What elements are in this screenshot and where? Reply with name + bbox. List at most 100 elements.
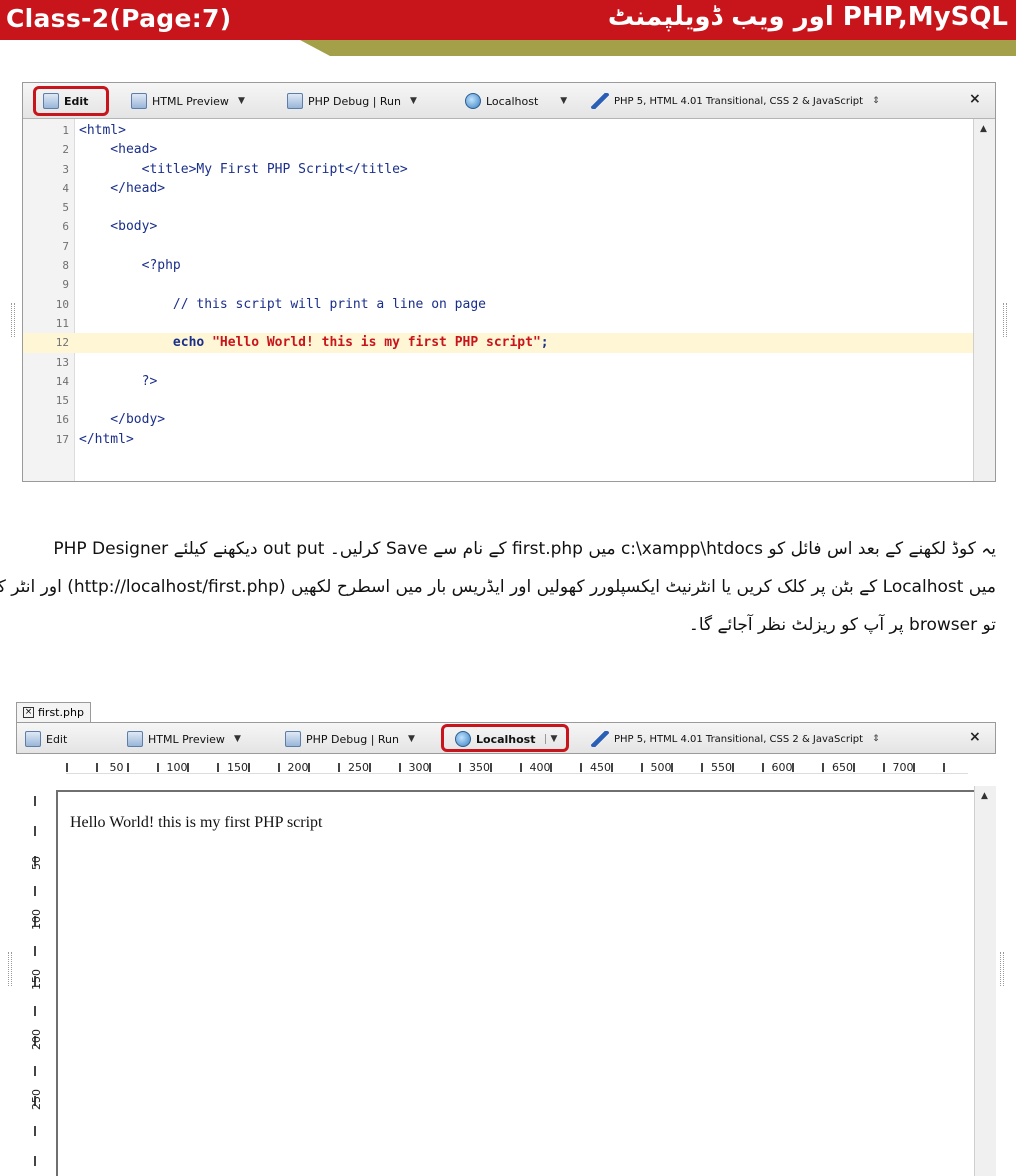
line-number: 1	[62, 124, 69, 137]
resize-grip-left[interactable]	[11, 303, 15, 337]
edit-icon	[25, 731, 41, 747]
scroll-up-arrow-icon[interactable]: ▲	[981, 791, 988, 801]
chevron-down-icon[interactable]: ▼	[238, 96, 245, 106]
line-number: 9	[62, 278, 69, 292]
localhost-label: Localhost	[476, 732, 536, 746]
paragraph-line-3: تو browser پر آپ کو ریزلٹ نظر آجائے گا۔	[688, 615, 996, 635]
code-text: <head>	[79, 142, 158, 158]
ruler-minor-tick	[34, 1156, 36, 1166]
code-editor-window: Edit HTML Preview ▼ PHP Debug | Run ▼ Lo…	[11, 82, 1007, 482]
ruler-tick-label: 50	[30, 856, 43, 870]
line-number: 12	[55, 336, 69, 350]
html-preview-button[interactable]: HTML Preview ▼	[127, 729, 241, 749]
ruler-minor-tick	[66, 763, 68, 772]
chevron-down-icon[interactable]: ▼	[545, 734, 557, 744]
editor-scrollbar[interactable]: ▲	[973, 119, 995, 481]
ruler-tick-label: 100	[166, 761, 188, 774]
code-line[interactable]: 4 </head>	[23, 179, 973, 198]
code-line[interactable]: 9	[23, 275, 973, 294]
ruler-minor-tick	[34, 886, 36, 896]
updown-arrow-icon[interactable]: ⇕	[872, 734, 880, 744]
ruler-tick-label: 350	[469, 761, 490, 774]
ruler-minor-tick	[217, 763, 220, 772]
line-number: 16	[55, 413, 69, 427]
vertical-ruler: 50 100 150 200 250	[16, 786, 56, 1176]
resize-grip-right[interactable]	[1000, 952, 1004, 986]
updown-arrow-icon[interactable]: ⇕	[872, 96, 880, 106]
scroll-up-arrow-icon[interactable]: ▲	[980, 124, 987, 134]
chevron-down-icon[interactable]: ▼	[560, 96, 567, 106]
edit-label: Edit	[46, 732, 68, 746]
code-area[interactable]: 1 <html> 2 <head> 3 <title>My First PHP Scr…	[23, 121, 973, 449]
php-debug-button[interactable]: PHP Debug | Run ▼	[287, 91, 417, 111]
code-line[interactable]: 10 // this script will print a line on p…	[23, 295, 973, 314]
horizontal-ruler: 50 100 150 200 250 300 350 400 450 500 550 600 650 70…	[56, 754, 976, 786]
ruler-minor-tick	[338, 763, 341, 772]
php-debug-label: PHP Debug | Run	[306, 732, 400, 746]
code-line[interactable]: 7	[23, 237, 973, 256]
code-text: </html>	[79, 431, 134, 447]
code-line[interactable]: 14 ?>	[23, 372, 973, 391]
code-text: </head>	[79, 180, 166, 196]
code-line[interactable]: 5	[23, 198, 973, 217]
ruler-minor-tick	[398, 763, 401, 772]
line-number: 7	[62, 239, 69, 253]
chevron-down-icon[interactable]: ▼	[234, 734, 241, 744]
ruler-minor-tick	[822, 763, 825, 772]
html-preview-button[interactable]: HTML Preview ▼	[131, 91, 245, 111]
code-text: echo "Hello World! this is my first PHP …	[79, 333, 549, 352]
line-number: 11	[55, 316, 69, 330]
code-line[interactable]: 8 <?php	[23, 256, 973, 275]
ruler-tick-label: 150	[227, 761, 248, 774]
ruler-minor-tick	[519, 763, 522, 772]
instruction-paragraph: یہ کوڈ لکھنے کے بعد اس فائل کو c:\xampp\…	[0, 530, 996, 644]
code-line[interactable]: 2 <head>	[23, 140, 973, 159]
edit-label: Edit	[64, 94, 89, 108]
code-line[interactable]: 16 </body>	[23, 410, 973, 429]
localhost-label: Localhost	[486, 94, 539, 108]
chevron-down-icon[interactable]: ▼	[408, 734, 415, 744]
code-keyword: echo	[79, 335, 213, 351]
line-number: 14	[55, 374, 69, 388]
editor-toolbar: Edit HTML Preview ▼ PHP Debug | Run ▼ Lo…	[23, 83, 995, 119]
doctype-select[interactable]: PHP 5, HTML 4.01 Transitional, CSS 2 & J…	[591, 729, 880, 749]
ruler-minor-tick	[761, 763, 764, 772]
preview-scrollbar[interactable]: ▲	[974, 786, 996, 1176]
edit-button[interactable]: Edit	[43, 91, 88, 111]
file-tab-label: first.php	[38, 706, 84, 719]
code-line[interactable]: 17 </html>	[23, 430, 973, 449]
ruler-tick-label: 300	[408, 761, 430, 774]
code-line[interactable]: 6 <body>	[23, 217, 973, 236]
ruler-tick-label: 650	[832, 761, 853, 774]
line-number: 4	[62, 181, 69, 195]
code-semicolon: ;	[540, 335, 549, 351]
code-line[interactable]: 11	[23, 314, 973, 333]
file-tab[interactable]: × first.php	[16, 702, 91, 722]
ruler-tick-label: 500	[650, 761, 672, 774]
header-banner: Class-2(Page:7) PHP,MySQL اور ویب ڈویلپم…	[0, 0, 1016, 56]
code-line[interactable]: 12 echo "Hello World! this is my first P…	[23, 333, 973, 353]
close-icon[interactable]: ×	[969, 91, 981, 107]
ruler-minor-tick	[701, 763, 704, 772]
code-line[interactable]: 3 <title>My First PHP Script</title>	[23, 160, 973, 179]
book-title: PHP,MySQL اور ویب ڈویلپمنٹ	[607, 2, 1008, 32]
edit-button[interactable]: Edit	[25, 729, 67, 749]
code-line[interactable]: 15	[23, 391, 973, 410]
code-line[interactable]: 1 <html>	[23, 121, 973, 140]
line-number: 6	[62, 220, 69, 234]
doctype-select[interactable]: PHP 5, HTML 4.01 Transitional, CSS 2 & J…	[591, 91, 880, 111]
localhost-button[interactable]: Localhost ▼	[455, 729, 557, 749]
localhost-button[interactable]: Localhost ▼	[465, 91, 567, 111]
preview-toolbar: Edit HTML Preview ▼ PHP Debug | Run ▼ Lo…	[16, 722, 996, 754]
chevron-down-icon[interactable]: ▼	[410, 96, 417, 106]
php-debug-button[interactable]: PHP Debug | Run ▼	[285, 729, 415, 749]
ruler-tick-label: 550	[711, 761, 732, 774]
ruler-minor-tick	[34, 1126, 36, 1136]
ruler-tick-label: 200	[287, 761, 309, 774]
close-tab-icon[interactable]: ×	[23, 707, 34, 718]
code-line[interactable]: 13	[23, 353, 973, 372]
close-icon[interactable]: ×	[969, 729, 981, 745]
resize-grip-right[interactable]	[1003, 303, 1007, 337]
ruler-minor-tick	[943, 763, 946, 772]
resize-grip-left[interactable]	[8, 952, 12, 986]
